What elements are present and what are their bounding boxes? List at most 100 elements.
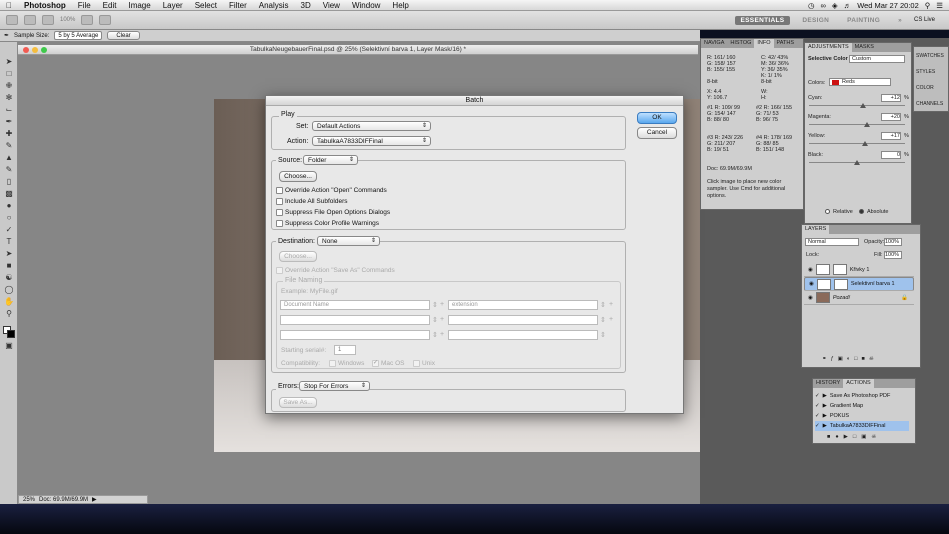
background-color[interactable]	[7, 330, 15, 338]
wifi-icon[interactable]: ◈	[832, 1, 838, 10]
layer-row-curves[interactable]: ◉ Křivky 1	[804, 263, 914, 277]
workspace-design[interactable]: DESIGN	[796, 16, 835, 25]
eyedropper-icon[interactable]: ✒	[4, 32, 9, 39]
expand-icon[interactable]: ▶	[823, 403, 827, 409]
clock[interactable]: Wed Mar 27 20:02	[857, 1, 919, 10]
clear-button[interactable]: Clear	[107, 31, 140, 40]
suppress-profile-warnings-checkbox[interactable]	[276, 220, 283, 227]
minibridge-icon[interactable]	[24, 15, 36, 25]
close-window-icon[interactable]	[23, 47, 29, 53]
override-open-checkbox[interactable]	[276, 187, 283, 194]
action-item[interactable]: ✓ ▶ Save As Photoshop PDF	[815, 391, 909, 401]
zoom-tool-icon[interactable]: ⚲	[4, 310, 14, 318]
menu-analysis[interactable]: Analysis	[253, 1, 295, 10]
visibility-eye-icon[interactable]: ◉	[808, 295, 813, 301]
menu-select[interactable]: Select	[189, 1, 223, 10]
layer-actions-icons[interactable]: ⚭ƒ▣◐□■☠	[822, 356, 878, 362]
menu-3d[interactable]: 3D	[295, 1, 317, 10]
screen-mode-icon[interactable]	[99, 15, 112, 25]
slider-track[interactable]	[809, 124, 905, 125]
slider-track[interactable]	[809, 105, 905, 106]
expand-icon[interactable]: ▶	[823, 393, 827, 399]
tab-histogram[interactable]: HISTOG	[727, 39, 754, 48]
menu-edit[interactable]: Edit	[97, 1, 123, 10]
errors-select[interactable]: Stop For Errors ⇕	[299, 381, 370, 391]
menu-image[interactable]: Image	[122, 1, 156, 10]
tab-layers[interactable]: LAYERS	[802, 225, 830, 234]
naming-field-2[interactable]: extension	[448, 300, 598, 310]
save-as-button[interactable]: Save As...	[279, 397, 317, 408]
menu-filter[interactable]: Filter	[223, 1, 253, 10]
3d-rotate-icon[interactable]: ☯	[4, 274, 14, 282]
check-icon[interactable]: ✓	[815, 403, 820, 409]
slider-track[interactable]	[809, 143, 905, 144]
spotlight-icon[interactable]: ⚲	[925, 1, 931, 10]
tab-actions[interactable]: ACTIONS	[843, 379, 874, 388]
menu-layer[interactable]: Layer	[157, 1, 189, 10]
naming-field-5[interactable]	[280, 330, 430, 340]
layer-row-background[interactable]: ◉ Pozadí 🔒	[804, 291, 914, 305]
action-item[interactable]: ✓ ▶ POKUS	[815, 411, 909, 421]
naming-field-1[interactable]: Document Name	[280, 300, 430, 310]
source-select[interactable]: Folder ⇕	[303, 155, 358, 165]
gradient-tool-icon[interactable]: ▩	[4, 190, 14, 198]
eyedropper-tool-icon[interactable]: ✒	[4, 118, 14, 126]
naming-field-4[interactable]	[448, 315, 598, 325]
stamp-tool-icon[interactable]: ▲	[4, 154, 14, 162]
move-tool-icon[interactable]: ➤	[4, 58, 14, 66]
source-choose-button[interactable]: Choose...	[279, 171, 317, 182]
history-brush-icon[interactable]: ✎	[4, 166, 14, 174]
relative-radio[interactable]	[825, 209, 830, 214]
more-workspaces-icon[interactable]: »	[892, 16, 908, 25]
windows-checkbox[interactable]	[329, 360, 336, 367]
eraser-tool-icon[interactable]: ▯	[4, 178, 14, 186]
quick-select-tool-icon[interactable]: ✻	[4, 94, 14, 102]
expand-icon[interactable]: ▶	[823, 423, 827, 429]
marquee-tool-icon[interactable]: □	[4, 70, 14, 78]
shape-tool-icon[interactable]: ■	[4, 262, 14, 270]
tab-navigator[interactable]: NAVIGA	[701, 39, 727, 48]
view-extras-icon[interactable]	[42, 15, 54, 25]
action-item[interactable]: ✓ ▶ Gradient Map	[815, 401, 909, 411]
absolute-radio[interactable]	[859, 209, 864, 214]
slider-handle[interactable]	[861, 141, 868, 146]
zoom-window-icon[interactable]	[41, 47, 47, 53]
check-icon[interactable]: ✓	[815, 393, 820, 399]
list-icon[interactable]: ☰	[936, 1, 943, 10]
blur-tool-icon[interactable]: ●	[4, 202, 14, 210]
naming-field-3[interactable]	[280, 315, 430, 325]
sample-size-select[interactable]: 5 by 5 Average	[54, 31, 103, 40]
action-item-selected[interactable]: ✓ ▶ TabulkaA7833DIFFinal	[815, 421, 909, 431]
check-icon[interactable]: ✓	[815, 413, 820, 419]
suppress-open-options-checkbox[interactable]	[276, 209, 283, 216]
volume-icon[interactable]: ♬	[844, 1, 852, 10]
lasso-tool-icon[interactable]: ✙	[4, 82, 14, 90]
tab-info[interactable]: INFO	[754, 39, 774, 48]
action-select[interactable]: TabulkaA7833DIFFinal ⇕	[312, 136, 431, 146]
cs-live[interactable]: CS Live	[914, 17, 949, 23]
3d-orbit-icon[interactable]: ◯	[4, 286, 14, 294]
opacity-field[interactable]: 100%	[884, 238, 902, 246]
slider-handle[interactable]	[854, 160, 860, 165]
bluetooth-icon[interactable]: ∞	[821, 1, 826, 10]
tab-masks[interactable]: MASKS	[852, 43, 877, 52]
dodge-tool-icon[interactable]: ○	[4, 214, 14, 222]
tab-paths[interactable]: PATHS	[774, 39, 798, 48]
hand-tool-icon[interactable]: ✋	[4, 298, 14, 306]
quick-mask-icon[interactable]: ▣	[4, 342, 14, 350]
slider-value-field[interactable]: +20	[881, 113, 901, 121]
serial-field[interactable]: 1	[334, 345, 356, 355]
path-select-icon[interactable]: ➤	[4, 250, 14, 258]
menu-file[interactable]: File	[72, 1, 97, 10]
time-machine-icon[interactable]: ◷	[808, 1, 815, 10]
zoom-level[interactable]: 100%	[60, 17, 75, 23]
check-icon[interactable]: ✓	[815, 423, 820, 429]
slider-value-field[interactable]: +17	[881, 132, 901, 140]
expand-icon[interactable]: ▶	[823, 413, 827, 419]
status-zoom[interactable]: 25%	[23, 497, 35, 503]
app-menu[interactable]: Photoshop	[18, 1, 72, 10]
visibility-eye-icon[interactable]: ◉	[809, 280, 814, 288]
styles-button[interactable]: STYLES	[916, 69, 935, 75]
slider-handle[interactable]	[863, 122, 870, 127]
minimize-window-icon[interactable]	[32, 47, 38, 53]
